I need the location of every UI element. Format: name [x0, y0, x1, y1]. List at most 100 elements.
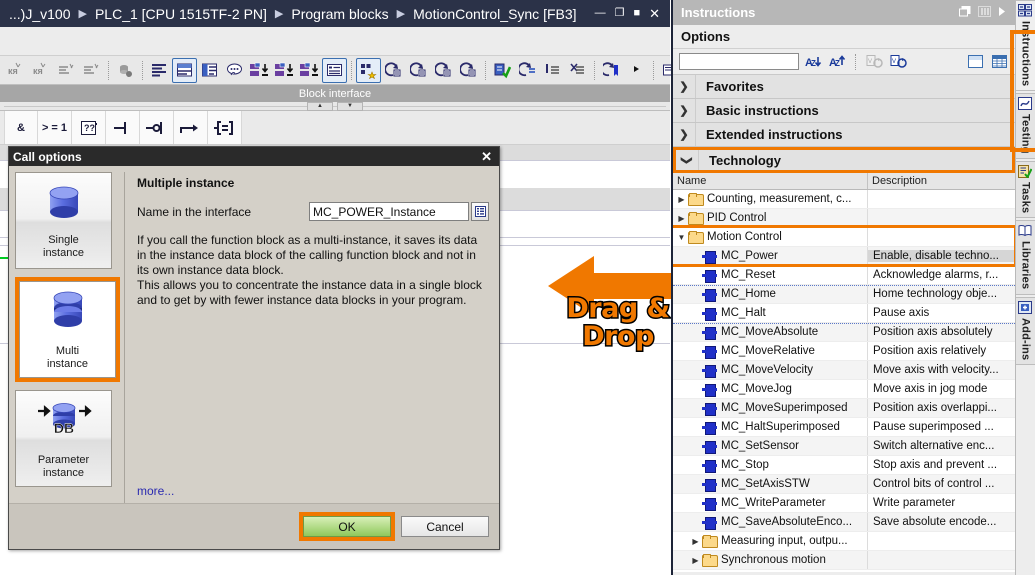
name-browse-button[interactable]	[471, 202, 489, 221]
show-symbolic-icon[interactable]	[247, 58, 272, 83]
instructions-tree[interactable]: ▶ Counting, measurement, c... ▶ PID Control…	[673, 190, 1015, 572]
name-in-interface-input[interactable]: MC_POWER_Instance	[309, 202, 469, 221]
side-tab-libraries[interactable]: Libraries	[1016, 220, 1035, 295]
side-tab-add-ins[interactable]: Add-ins	[1016, 296, 1035, 366]
instruction-row[interactable]: MC_Reset Acknowledge alarms, r...	[673, 266, 1015, 285]
insert-network-icon[interactable]: кя	[4, 58, 29, 83]
accordion-basic-instructions[interactable]: ❯ Basic instructions	[673, 99, 1015, 123]
favorite-instruction-4[interactable]	[140, 111, 174, 144]
filter-version-icon[interactable]: V	[864, 52, 884, 72]
column-header-name[interactable]: Name	[673, 173, 868, 189]
more-link[interactable]: more...	[137, 484, 174, 498]
network-comments-icon[interactable]	[197, 58, 222, 83]
breadcrumb-item-2[interactable]: Program blocks	[288, 6, 391, 22]
editor-toolbar[interactable]: кя кя	[0, 56, 677, 85]
expand-triangle-right-icon[interactable]: ▶	[675, 195, 688, 204]
table-view-icon[interactable]	[989, 52, 1009, 72]
instance-option-multi[interactable]: Multi instance	[19, 281, 116, 378]
absolute-relative-icon[interactable]	[113, 58, 138, 83]
collapse-pane-icon[interactable]	[998, 5, 1007, 20]
instruction-row[interactable]: ▶ Counting, measurement, c...	[673, 190, 1015, 209]
breadcrumb-item-0[interactable]: ...)J_v100	[6, 6, 73, 22]
redo-change-icon[interactable]	[431, 58, 456, 83]
accordion-technology[interactable]: ❯ Technology	[673, 147, 1015, 173]
column-header-description[interactable]: Description	[868, 173, 1015, 189]
instruction-row[interactable]: MC_Stop Stop axis and prevent ...	[673, 456, 1015, 475]
compile-block-icon[interactable]	[456, 58, 481, 83]
breadcrumb-item-3[interactable]: MotionControl_Sync [FB3]	[410, 6, 579, 22]
instruction-row[interactable]: MC_MoveJog Move axis in jog mode	[673, 380, 1015, 399]
ok-button[interactable]: OK	[303, 516, 391, 537]
undo-change-icon[interactable]	[406, 58, 431, 83]
instruction-row[interactable]: MC_MoveAbsolute Position axis absolutely	[673, 323, 1015, 342]
splitter-up-button[interactable]: ▲	[307, 101, 333, 111]
show-hide-all-icon[interactable]	[147, 58, 172, 83]
instruction-row[interactable]: MC_Halt Pause axis	[673, 304, 1015, 323]
instruction-row[interactable]: MC_Home Home technology obje...	[673, 285, 1015, 304]
chevron-right-icon[interactable]: ❯	[673, 104, 695, 117]
block-interface-splitter[interactable]: ▲ ▼	[0, 101, 670, 111]
disable-monitoring-icon[interactable]	[565, 58, 590, 83]
close-icon[interactable]: ✕	[649, 7, 660, 20]
side-tab-tasks[interactable]: Tasks	[1016, 161, 1035, 219]
show-symbolic-absolute-icon[interactable]	[297, 58, 322, 83]
instance-option-parameter[interactable]: DB Parameter instance	[15, 390, 112, 487]
instance-option-single[interactable]: Single instance	[15, 172, 112, 269]
favorite-instruction-5[interactable]	[174, 111, 208, 144]
instruction-row[interactable]: MC_SetSensor Switch alternative enc...	[673, 437, 1015, 456]
search-input[interactable]	[679, 53, 799, 70]
instruction-row[interactable]: MC_Power Enable, disable techno...	[673, 247, 1015, 266]
collapse-networks-icon[interactable]	[54, 58, 79, 83]
instruction-row[interactable]: MC_SaveAbsoluteEnco... Save absolute enco…	[673, 513, 1015, 532]
maximize-icon[interactable]: ■	[633, 8, 640, 19]
splitter-down-button[interactable]: ▼	[337, 101, 363, 111]
more-arrow-icon[interactable]	[624, 58, 649, 83]
cancel-button[interactable]: Cancel	[401, 516, 489, 537]
instructions-accordion-list[interactable]: ❯ Favorites ❯ Basic instructions ❯ Extended i…	[673, 75, 1015, 173]
chevron-right-icon[interactable]: ❯	[673, 80, 695, 93]
set-version-icon[interactable]: V	[888, 52, 908, 72]
accordion-extended-instructions[interactable]: ❯ Extended instructions	[673, 123, 1015, 147]
favorite-instruction-1[interactable]: > = 1	[38, 111, 72, 144]
instruction-row[interactable]: MC_HaltSuperimposed Pause superimposed ..…	[673, 418, 1015, 437]
expand-triangle-right-icon[interactable]: ▶	[675, 214, 688, 223]
dialog-close-icon[interactable]: ✕	[478, 150, 495, 163]
comments-on-icon[interactable]	[172, 57, 197, 83]
favorites-layout-icon[interactable]	[322, 57, 347, 83]
favorite-instruction-6[interactable]	[208, 111, 242, 144]
instruction-row[interactable]: MC_SetAxisSTW Control bits of control ...	[673, 475, 1015, 494]
add-to-favorites-icon[interactable]	[356, 57, 381, 83]
side-tab-strip[interactable]: Instructions Testing Tasks Libraries Add-ins	[1015, 0, 1035, 575]
instruction-row[interactable]: MC_MoveRelative Position axis relatively	[673, 342, 1015, 361]
accordion-favorites[interactable]: ❯ Favorites	[673, 75, 1015, 99]
download-check-icon[interactable]	[490, 58, 515, 83]
favorite-instruction-3[interactable]	[106, 111, 140, 144]
instruction-row[interactable]: MC_MoveSuperimposed Position axis overlap…	[673, 399, 1015, 418]
modify-operand-icon[interactable]	[540, 58, 565, 83]
favorite-instruction-2[interactable]: ??	[72, 111, 106, 144]
split-pane-icon[interactable]	[978, 5, 991, 20]
breadcrumb[interactable]: ...)J_v100 ▶ PLC_1 [CPU 1515TF-2 PN] ▶ Progr…	[6, 6, 580, 22]
sort-descending-icon[interactable]: AZ	[803, 52, 823, 72]
instruction-row[interactable]: MC_MoveVelocity Move axis with velocity..…	[673, 361, 1015, 380]
favorite-instruction-0[interactable]: &	[4, 111, 38, 144]
instruction-row[interactable]: MC_WriteParameter Write parameter	[673, 494, 1015, 513]
expand-triangle-right-icon[interactable]: ▶	[689, 556, 702, 565]
instruction-row[interactable]: ▶ Synchronous motion	[673, 551, 1015, 570]
chevron-down-icon[interactable]: ❯	[681, 149, 694, 171]
delete-network-icon[interactable]: кя	[29, 58, 54, 83]
instruction-row[interactable]: ▼ Motion Control	[673, 228, 1015, 247]
expand-triangle-right-icon[interactable]: ▶	[689, 537, 702, 546]
show-comment-icon[interactable]	[222, 58, 247, 83]
bookmark-icon[interactable]	[599, 58, 624, 83]
tree-view-icon[interactable]	[965, 52, 985, 72]
breadcrumb-item-1[interactable]: PLC_1 [CPU 1515TF-2 PN]	[92, 6, 270, 22]
show-absolute-icon[interactable]	[272, 58, 297, 83]
restore-icon[interactable]: ❐	[615, 8, 625, 19]
chevron-right-icon[interactable]: ❯	[673, 128, 695, 141]
sort-ascending-icon[interactable]: AZ	[827, 52, 847, 72]
minimize-icon[interactable]: —	[595, 8, 606, 19]
side-tab-instructions[interactable]: Instructions	[1016, 0, 1035, 92]
update-inconsistent-icon[interactable]	[381, 58, 406, 83]
favorites-bar[interactable]: & > = 1??	[0, 111, 670, 145]
